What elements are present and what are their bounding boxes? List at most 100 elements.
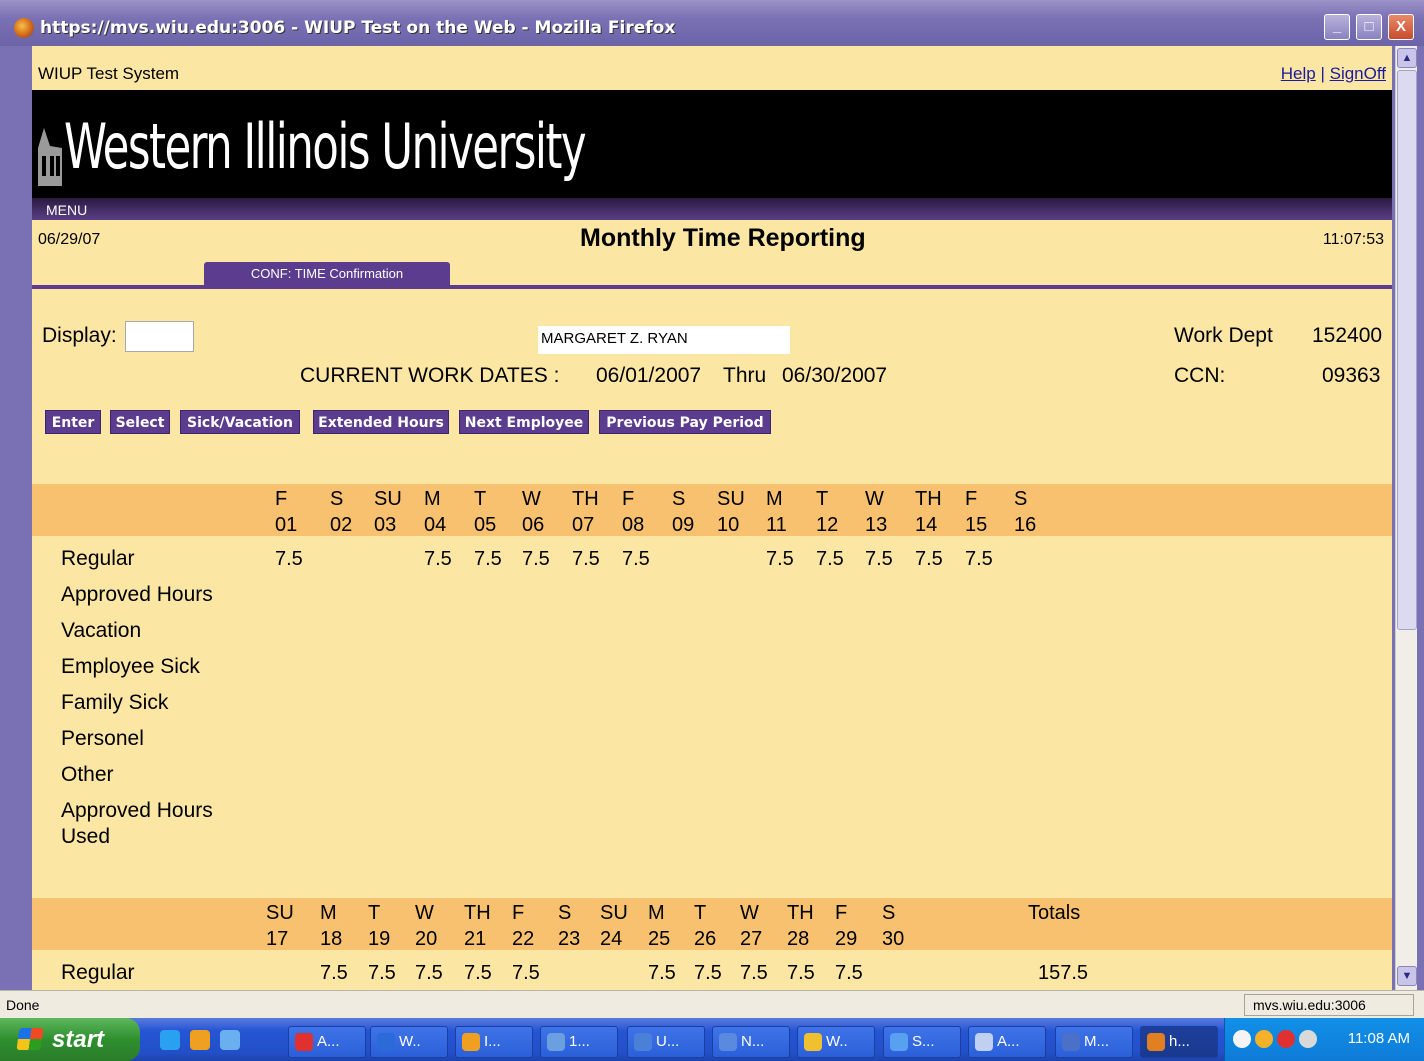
- day-of-week: TH: [572, 488, 599, 510]
- taskbar-app-icon: [295, 1033, 313, 1052]
- taskbar-item[interactable]: A...: [288, 1026, 366, 1058]
- taskbar-app-icon: [804, 1033, 822, 1052]
- day-number: 29: [835, 928, 858, 950]
- taskbar-item[interactable]: U...: [627, 1026, 705, 1058]
- extended-hours-button[interactable]: Extended Hours: [313, 410, 449, 434]
- scroll-up-button[interactable]: ▲: [1397, 48, 1417, 68]
- hours-cell: 7.5: [275, 548, 303, 570]
- day-number: 19: [368, 928, 391, 950]
- signoff-link[interactable]: SignOff: [1330, 64, 1386, 83]
- hours-cell: 7.5: [816, 548, 844, 570]
- day-of-week: SU: [266, 902, 294, 924]
- clock-quicklaunch-icon[interactable]: [190, 1030, 210, 1050]
- taskbar-item-label: U...: [656, 1033, 680, 1050]
- day-number: 23: [558, 928, 581, 950]
- day-number: 28: [787, 928, 810, 950]
- vertical-scrollbar[interactable]: ▲ ▼: [1395, 46, 1417, 990]
- day-of-week: F: [965, 488, 978, 510]
- display-input[interactable]: [125, 321, 194, 352]
- start-button[interactable]: start: [0, 1018, 140, 1061]
- period1-day-header: S 16: [1014, 486, 1036, 538]
- hours-cell: 7.5: [464, 962, 492, 984]
- taskbar-item[interactable]: h...: [1140, 1026, 1218, 1058]
- day-number: 11: [766, 514, 787, 536]
- day-number: 04: [424, 514, 447, 536]
- day-number: 10: [717, 514, 740, 536]
- end-date: 06/30/2007: [782, 364, 888, 387]
- close-button[interactable]: X: [1388, 14, 1414, 40]
- ie-quicklaunch-icon[interactable]: [160, 1030, 180, 1050]
- windows-taskbar: start A... W.. I... 1... U... N... W.. S... A...…: [0, 1018, 1424, 1061]
- hours-cell: 7.5: [648, 962, 676, 984]
- explorer-quicklaunch-icon[interactable]: [220, 1030, 240, 1050]
- day-of-week: F: [622, 488, 635, 510]
- tray-clock-icon[interactable]: [1255, 1030, 1273, 1048]
- hours-cell: 7.5: [512, 962, 540, 984]
- day-number: 21: [464, 928, 487, 950]
- taskbar-item[interactable]: W..: [370, 1026, 448, 1058]
- taskbar-item[interactable]: W..: [797, 1026, 875, 1058]
- firefox-icon: [14, 18, 34, 38]
- work-dept-value: 152400: [1312, 324, 1383, 347]
- period1-header-band: [32, 484, 1392, 536]
- taskbar-item[interactable]: M...: [1055, 1026, 1133, 1058]
- period1-day-header: T 12: [816, 486, 838, 538]
- day-number: 14: [915, 514, 938, 536]
- tray-network-icon[interactable]: [1299, 1030, 1317, 1048]
- taskbar-item-label: S...: [912, 1033, 935, 1050]
- period1-day-header: SU 10: [717, 486, 745, 538]
- help-link[interactable]: Help: [1281, 64, 1316, 83]
- scroll-thumb[interactable]: [1397, 70, 1417, 630]
- page-title: Monthly Time Reporting: [580, 224, 866, 252]
- maximize-button[interactable]: □: [1356, 14, 1382, 40]
- ccn-value: 09363: [1322, 364, 1381, 387]
- day-of-week: T: [816, 488, 829, 510]
- period2-day-header: M 18: [320, 900, 342, 952]
- row-label: Regular: [61, 547, 135, 570]
- taskbar-item[interactable]: A...: [968, 1026, 1046, 1058]
- sick-vacation-button[interactable]: Sick/Vacation: [180, 410, 300, 434]
- period1-day-header: TH 14: [915, 486, 942, 538]
- period2-day-header: F 22: [512, 900, 534, 952]
- period2-day-header: W 27: [740, 900, 762, 952]
- tab-time-confirmation[interactable]: CONF: TIME Confirmation: [204, 262, 450, 286]
- taskbar-item[interactable]: 1...: [540, 1026, 618, 1058]
- row-label: Approved Hours Used: [61, 799, 213, 848]
- header-links: Help | SignOff: [1281, 64, 1386, 84]
- taskbar-item[interactable]: N...: [712, 1026, 790, 1058]
- scroll-down-button[interactable]: ▼: [1397, 966, 1417, 986]
- period1-day-header: M 04: [424, 486, 446, 538]
- period2-day-header: T 19: [368, 900, 390, 952]
- university-logo-text: Western Illinois University: [64, 110, 587, 183]
- taskbar-item-label: M...: [1084, 1033, 1109, 1050]
- hours-cell: 7.5: [622, 548, 650, 570]
- day-number: 16: [1014, 514, 1037, 536]
- period2-day-header: T 26: [694, 900, 716, 952]
- window-titlebar[interactable]: https://mvs.wiu.edu:3006 - WIUP Test on …: [0, 0, 1424, 46]
- day-of-week: S: [882, 902, 896, 924]
- day-number: 07: [572, 514, 595, 536]
- tray-aim-icon[interactable]: [1277, 1030, 1295, 1048]
- day-number: 25: [648, 928, 671, 950]
- day-of-week: SU: [717, 488, 745, 510]
- previous-pay-period-button[interactable]: Previous Pay Period: [599, 410, 771, 434]
- next-employee-button[interactable]: Next Employee: [459, 410, 589, 434]
- day-of-week: TH: [915, 488, 942, 510]
- taskbar-item[interactable]: S...: [883, 1026, 961, 1058]
- taskbar-item-label: h...: [1169, 1033, 1190, 1050]
- day-of-week: F: [835, 902, 848, 924]
- hours-cell: 7.5: [865, 548, 893, 570]
- tab-underline: [32, 285, 1392, 289]
- tray-arrow-icon[interactable]: [1233, 1030, 1251, 1048]
- work-dept-label: Work Dept: [1174, 324, 1273, 347]
- taskbar-item[interactable]: I...: [455, 1026, 533, 1058]
- day-of-week: W: [522, 488, 541, 510]
- select-button[interactable]: Select: [110, 410, 170, 434]
- menu-link[interactable]: MENU: [46, 202, 87, 218]
- minimize-button[interactable]: _: [1324, 14, 1350, 40]
- period2-day-header: F 29: [835, 900, 857, 952]
- day-of-week: T: [474, 488, 487, 510]
- taskbar-item-label: 1...: [569, 1033, 590, 1050]
- enter-button[interactable]: Enter: [45, 410, 101, 434]
- date-bar: 06/29/07 Monthly Time Reporting 11:07:53: [32, 220, 1392, 258]
